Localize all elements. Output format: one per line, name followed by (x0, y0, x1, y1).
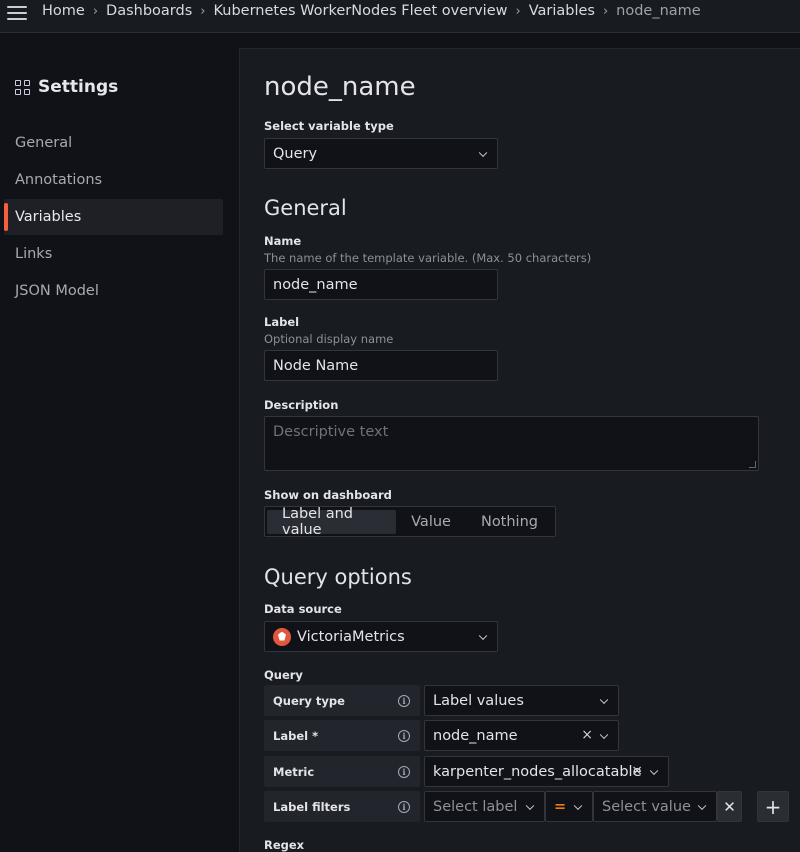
page-title: node_name (264, 72, 416, 102)
description-label: Description (264, 398, 339, 412)
sidebar-item-label: General (15, 135, 73, 151)
label-field-label: Label * i (264, 720, 420, 751)
sidebar-item-links[interactable]: Links (4, 236, 223, 272)
filter-operator-value: = (554, 798, 567, 815)
name-description: The name of the template variable. (Max.… (264, 251, 592, 265)
filter-value-select[interactable]: Select value (593, 791, 717, 822)
chevron-down-icon (573, 801, 583, 810)
chevron-down-icon (478, 631, 488, 640)
query-type-field-label: Query type i (264, 685, 420, 716)
clear-icon[interactable]: × (631, 763, 643, 779)
option-label-and-value[interactable]: Label and value (267, 506, 397, 538)
description-placeholder: Descriptive text (273, 424, 389, 440)
show-on-dashboard-label: Show on dashboard (264, 488, 392, 502)
label-select-value: node_name (433, 727, 518, 744)
close-icon: ✕ (723, 797, 736, 816)
breadcrumb-dashboards[interactable]: Dashboards (106, 3, 192, 19)
chevron-down-icon (697, 801, 707, 810)
sidebar-item-json-model[interactable]: JSON Model (4, 273, 223, 309)
remove-filter-button[interactable]: ✕ (717, 791, 742, 822)
variable-type-value: Query (273, 145, 318, 162)
query-type-label: Query type (273, 693, 345, 708)
query-options-heading: Query options (264, 565, 412, 589)
settings-sidebar: Settings General Annotations Variables L… (0, 33, 238, 852)
query-label: Query (264, 668, 303, 682)
sidebar-item-label: Annotations (15, 172, 103, 188)
apps-icon (15, 79, 30, 95)
metric-label: Metric (273, 764, 315, 779)
data-source-label: Data source (264, 602, 342, 616)
data-source-value: VictoriaMetrics (297, 628, 405, 645)
sidebar-item-variables[interactable]: Variables (4, 199, 223, 235)
data-source-picker[interactable]: VictoriaMetrics (264, 621, 498, 652)
option-nothing[interactable]: Nothing (466, 510, 553, 534)
label-description: Optional display name (264, 332, 394, 346)
info-icon[interactable]: i (398, 765, 410, 778)
option-value[interactable]: Value (396, 510, 466, 534)
chevron-down-icon (525, 801, 535, 810)
chevron-down-icon (599, 695, 609, 704)
menu-icon[interactable] (7, 5, 27, 21)
variable-type-select[interactable]: Query (264, 138, 498, 169)
breadcrumb-dashboard[interactable]: Kubernetes WorkerNodes Fleet overview (213, 3, 507, 19)
chevron-right-icon: › (92, 3, 99, 19)
label-filters-label: Label filters (273, 799, 351, 814)
info-icon[interactable]: i (398, 800, 410, 813)
chevron-right-icon: › (200, 3, 206, 19)
label-select[interactable]: node_name × (424, 720, 619, 751)
settings-title: Settings (38, 77, 119, 97)
breadcrumb-variables[interactable]: Variables (529, 3, 595, 19)
variable-type-label: Select variable type (264, 119, 394, 133)
filter-operator-select[interactable]: = (545, 791, 593, 822)
description-textarea[interactable]: Descriptive text (264, 416, 759, 471)
victoriametrics-icon (273, 627, 291, 646)
query-type-select[interactable]: Label values (424, 685, 619, 716)
breadcrumb-current: node_name (616, 3, 701, 19)
filter-label-placeholder: Select label (433, 798, 518, 815)
label-field-label-text: Label * (273, 728, 319, 743)
settings-heading: Settings (15, 77, 118, 97)
sidebar-item-label: Variables (15, 209, 82, 225)
sidebar-item-annotations[interactable]: Annotations (4, 162, 223, 198)
info-icon[interactable]: i (398, 729, 410, 742)
chevron-down-icon (478, 148, 488, 157)
clear-icon[interactable]: × (581, 727, 593, 743)
name-value: node_name (273, 276, 358, 293)
chevron-down-icon (649, 766, 659, 775)
metric-field-label: Metric i (264, 756, 420, 787)
chevron-right-icon: › (515, 3, 521, 19)
chevron-down-icon (599, 730, 609, 739)
show-on-dashboard-radio-group: Label and value Value Nothing (264, 506, 556, 538)
name-input[interactable]: node_name (264, 269, 498, 300)
resize-handle-icon[interactable] (749, 461, 756, 468)
add-filter-button[interactable]: + (757, 791, 789, 822)
info-icon[interactable]: i (398, 694, 410, 707)
label-input[interactable]: Node Name (264, 350, 498, 381)
metric-value: karpenter_nodes_allocatable (433, 763, 642, 780)
filter-value-placeholder: Select value (602, 798, 691, 815)
breadcrumb-home[interactable]: Home (42, 3, 85, 19)
plus-icon: + (764, 794, 782, 819)
label-filters-field-label: Label filters i (264, 791, 420, 822)
name-label: Name (264, 234, 302, 248)
regex-label: Regex (264, 838, 305, 852)
sidebar-item-label: JSON Model (15, 283, 99, 299)
general-heading: General (264, 196, 347, 220)
variable-editor: node_name Select variable type Query Gen… (239, 48, 800, 852)
filter-label-select[interactable]: Select label (424, 791, 545, 822)
metric-select[interactable]: karpenter_nodes_allocatable × (424, 756, 669, 787)
breadcrumb: Home › Dashboards › Kubernetes WorkerNod… (42, 3, 701, 19)
chevron-right-icon: › (602, 3, 609, 19)
sidebar-item-general[interactable]: General (4, 125, 223, 161)
label-value: Node Name (273, 357, 359, 374)
label-label: Label (264, 315, 300, 329)
top-bar: Home › Dashboards › Kubernetes WorkerNod… (0, 0, 800, 33)
query-type-value: Label values (433, 692, 524, 709)
sidebar-item-label: Links (15, 246, 53, 262)
